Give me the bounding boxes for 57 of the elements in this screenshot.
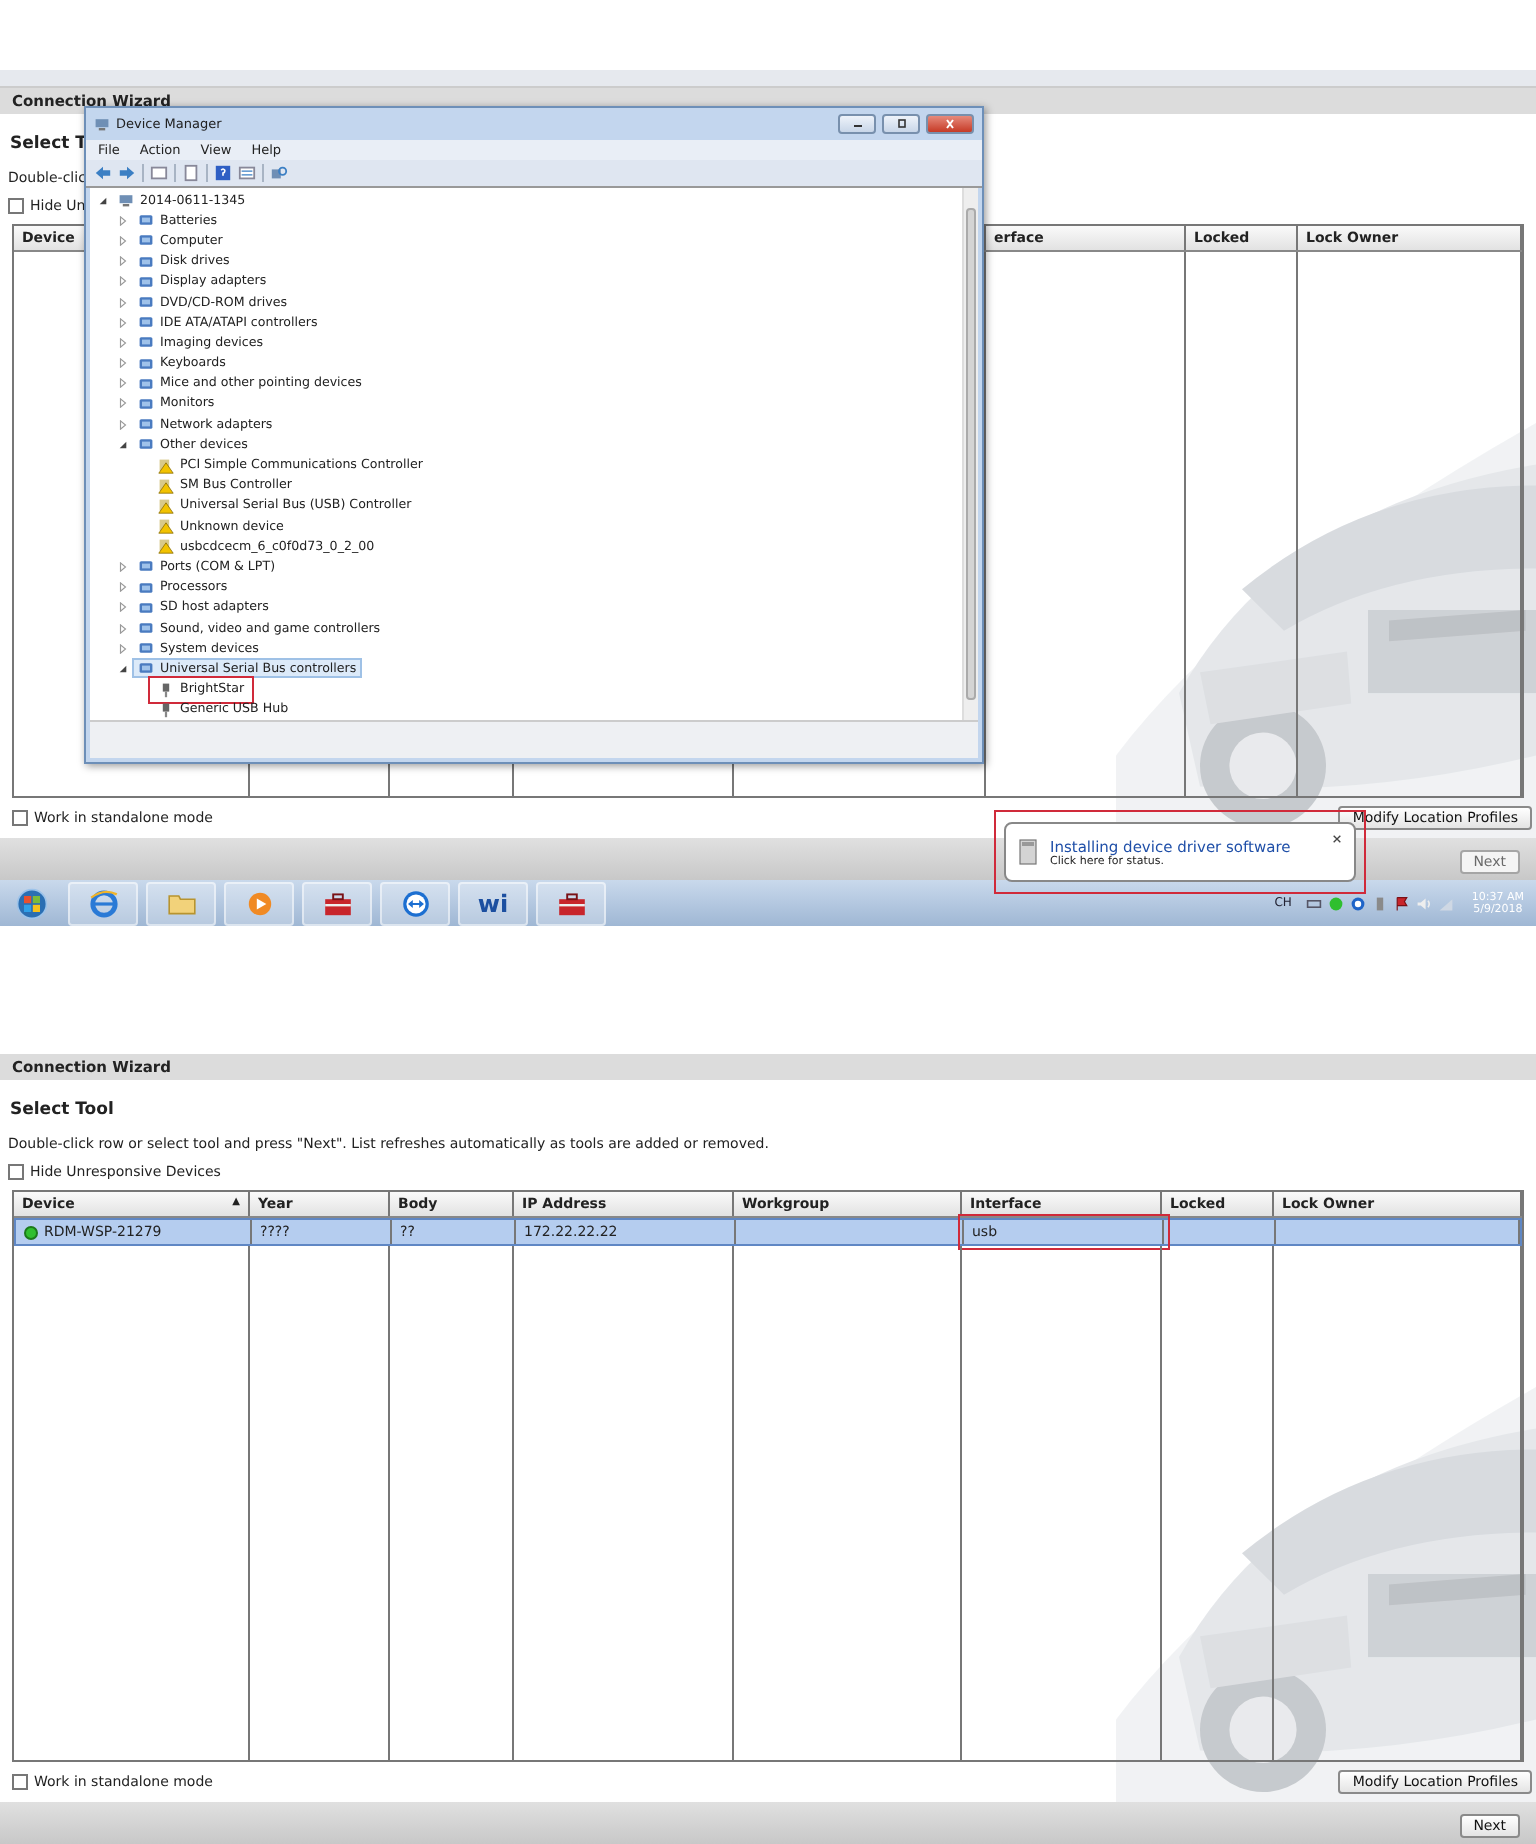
help-icon[interactable]	[214, 164, 232, 182]
close-button[interactable]	[926, 114, 974, 134]
warning-device-icon	[158, 497, 174, 514]
minimize-button[interactable]	[838, 114, 876, 134]
expand-arrow-icon[interactable]	[118, 623, 128, 634]
warning-device-icon	[158, 518, 174, 535]
scan-hardware-icon[interactable]	[270, 164, 288, 182]
plug-icon	[158, 681, 174, 698]
expand-arrow-icon[interactable]	[118, 582, 128, 593]
page-heading: Select Tool	[10, 1100, 114, 1120]
collapse-arrow-icon[interactable]	[98, 195, 108, 206]
expand-arrow-icon[interactable]	[118, 358, 128, 369]
toolbox-icon[interactable]	[555, 887, 587, 919]
close-icon	[940, 118, 960, 130]
forward-arrow-icon[interactable]	[118, 164, 136, 182]
warning-device-icon	[158, 457, 174, 474]
computer-icon	[94, 116, 110, 132]
expand-arrow-icon[interactable]	[118, 643, 128, 654]
warning-device-icon	[158, 538, 174, 555]
arrows-icon[interactable]	[399, 887, 431, 919]
expand-arrow-icon[interactable]	[118, 276, 128, 287]
page-icon[interactable]	[182, 164, 200, 182]
flag-icon[interactable]	[1393, 895, 1410, 911]
checkbox[interactable]	[12, 810, 28, 826]
expand-arrow-icon[interactable]	[118, 561, 128, 572]
expand-arrow-icon[interactable]	[118, 256, 128, 267]
status-dot-icon[interactable]	[1327, 895, 1344, 911]
device-icon	[1018, 838, 1038, 866]
computer-icon	[118, 192, 134, 209]
expand-arrow-icon[interactable]	[118, 419, 128, 430]
collapse-arrow-icon[interactable]	[118, 663, 128, 674]
scrollbar[interactable]	[962, 188, 978, 720]
ring-icon[interactable]	[1349, 895, 1366, 911]
warning-device-icon	[158, 477, 174, 494]
back-arrow-icon[interactable]	[94, 164, 112, 182]
checkbox[interactable]	[12, 1774, 28, 1790]
maximize-button[interactable]	[882, 114, 920, 134]
play-icon[interactable]	[243, 887, 275, 919]
globe-icon[interactable]	[87, 887, 119, 919]
close-icon[interactable]	[1332, 834, 1342, 844]
expand-arrow-icon[interactable]	[118, 317, 128, 328]
expand-arrow-icon[interactable]	[118, 602, 128, 613]
start-orb-icon[interactable]	[16, 887, 48, 919]
expand-arrow-icon[interactable]	[118, 378, 128, 389]
checkbox[interactable]	[8, 1164, 24, 1180]
list-icon[interactable]	[238, 164, 256, 182]
expand-arrow-icon[interactable]	[118, 215, 128, 226]
checkbox[interactable]	[8, 198, 24, 214]
expand-arrow-icon[interactable]	[118, 337, 128, 348]
window-icon[interactable]	[150, 164, 168, 182]
collapse-arrow-icon[interactable]	[118, 439, 128, 450]
expand-arrow-icon[interactable]	[118, 297, 128, 308]
toolbox-icon[interactable]	[321, 887, 353, 919]
expand-arrow-icon[interactable]	[118, 398, 128, 409]
expand-arrow-icon[interactable]	[118, 235, 128, 246]
keyboard-icon[interactable]	[1305, 895, 1322, 911]
plug-icon	[158, 701, 174, 718]
